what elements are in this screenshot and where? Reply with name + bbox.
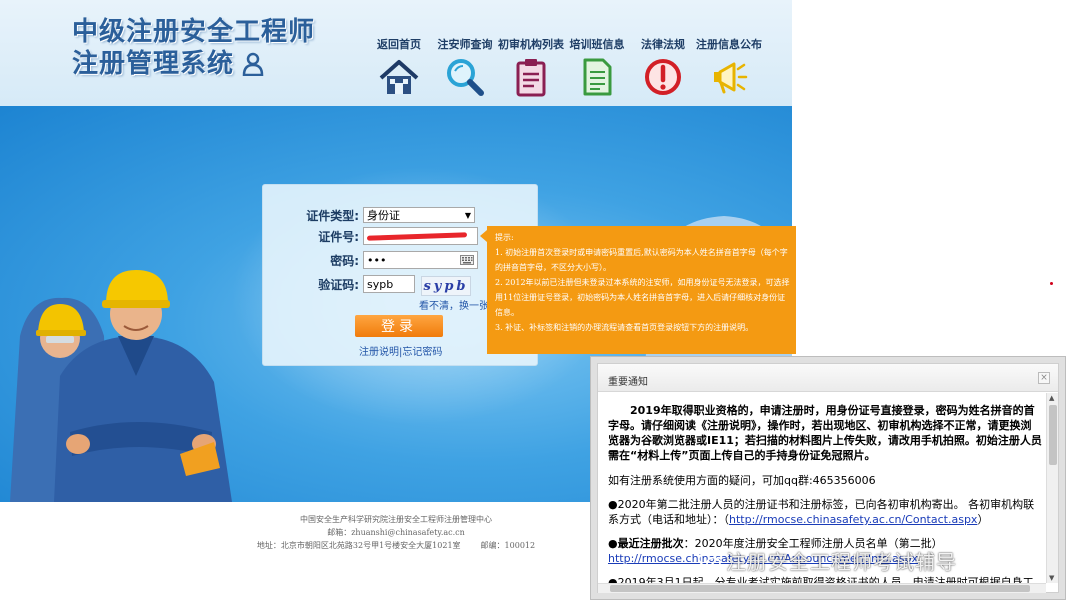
alert-icon [645,59,681,95]
notice-paragraph: 如有注册系统使用方面的疑问，可加qq群:465356006 [608,474,876,487]
nav-home[interactable]: 返回首页 [366,36,432,98]
captcha-value: sypb [367,277,394,291]
document-icon [583,58,612,96]
top-nav: 返回首页 注安师查询 初审机构列表 培训班信息 法律法规 注册信息公布 [366,36,762,98]
house-icon [379,60,419,94]
nav-engineer-search-label: 注安师查询 [437,38,493,51]
tip-item: 2. 2012年以前已注册但未登录过本系统的注安师，如用身份证号无法登录，可选择… [495,278,790,317]
clipboard-icon [516,59,546,97]
nav-training-info-label: 培训班信息 [569,38,625,51]
wechat-icon [698,551,721,569]
magnifier-icon [447,59,484,96]
login-links: 注册说明|忘记密码 [359,343,442,358]
password-label: 密码: [330,253,359,268]
notice-title: 重要通知 [608,377,648,388]
nav-review-agencies[interactable]: 初审机构列表 [498,36,564,98]
watermark: 注册安全工程师考试辅导 [698,546,957,575]
scroll-up-icon[interactable]: ▲ [1049,394,1054,402]
nav-registration-announcements-label: 注册信息公布 [696,38,762,51]
red-dot [1050,282,1053,285]
password-value: ••• [367,253,387,267]
close-icon[interactable]: × [1038,372,1050,384]
dropdown-arrow-icon: ▼ [464,210,471,220]
megaphone-icon [714,62,748,94]
user-icon [242,52,264,76]
tip-box: 提示: 1. 初始注册首次登录时或申请密码重置后,默认密码为本人姓名拼音首字母（… [480,226,796,354]
captcha-image[interactable]: sypb [421,276,471,296]
logo-title: 中级注册安全工程师 注册管理系统 [72,16,315,80]
id-number-label: 证件号: [318,229,359,244]
header: 中级注册安全工程师 注册管理系统 返回首页 注安师查询 初审机构列表 培训班信息… [0,0,792,106]
tip-title: 提示: [495,233,514,242]
nav-engineer-search[interactable]: 注安师查询 [432,36,498,98]
captcha-label: 验证码: [318,277,359,292]
scroll-thumb[interactable] [1049,405,1057,465]
notice-vertical-scrollbar[interactable]: ▲ ▼ [1046,393,1058,583]
tip-item: 3. 补证、补标签和注销的办理流程请查看首页登录按钮下方的注册说明。 [495,323,754,332]
tip-item: 1. 初始注册首次登录时或申请密码重置后,默认密码为本人姓名拼音首字母（每个字的… [495,248,788,272]
captcha-input[interactable]: sypb [363,275,415,293]
id-type-row: 证件类型: 身份证 ▼ [263,205,539,225]
notice-titlebar: 重要通知 × [598,364,1058,392]
keyboard-icon[interactable] [460,255,474,265]
notice-bold-label: ●最近注册批次 [608,537,684,550]
notice-paragraph: ●2020年第二批注册人员的注册证书和注册标签，已向各初审机构寄出。 各初审机构… [608,497,1042,527]
tip-arrow [480,230,487,242]
logo-line2: 注册管理系统 [72,49,235,79]
workers-illustration [10,270,232,502]
notice-text: ） [977,513,989,526]
password-input[interactable]: ••• [363,251,478,269]
contact-link[interactable]: http://rmocse.chinasafety.ac.cn/Contact.… [729,513,977,526]
scroll-down-icon[interactable]: ▼ [1049,574,1054,582]
redaction-mark [366,231,468,241]
notice-horizontal-scrollbar[interactable] [598,583,1046,593]
register-help-link[interactable]: 注册说明 [359,347,399,358]
id-type-label: 证件类型: [306,208,359,223]
nav-laws[interactable]: 法律法规 [630,36,696,98]
nav-review-agencies-label: 初审机构列表 [498,38,564,51]
notice-paragraph: ●2019年3月1日起，分专业考试实施前取得资格证书的人员，申请注册时可根据自身… [608,576,1034,583]
watermark-text: 注册安全工程师考试辅导 [726,550,957,574]
id-type-select[interactable]: 身份证 ▼ [363,207,475,223]
nav-training-info[interactable]: 培训班信息 [564,36,630,98]
captcha-refresh-link[interactable]: 看不清，换一张 [419,297,489,312]
nav-laws-label: 法律法规 [641,38,685,51]
nav-registration-announcements[interactable]: 注册信息公布 [696,36,762,98]
id-number-input[interactable] [363,227,478,245]
logo-line1: 中级注册安全工程师 [72,17,316,47]
id-type-value: 身份证 [367,209,400,222]
page: 中级注册安全工程师 注册管理系统 返回首页 注安师查询 初审机构列表 培训班信息… [0,0,1080,613]
hscroll-thumb[interactable] [610,585,1030,592]
nav-home-label: 返回首页 [377,38,421,51]
footer-postcode: 邮编：100012 [480,541,536,550]
login-button[interactable]: 登录 [355,315,443,337]
notice-paragraph: 2019年取得职业资格的，申请注册时，用身份证号直接登录，密码为姓名拼音的首字母… [608,404,1042,462]
footer-address: 地址：北京市朝阳区北苑路32号甲1号楼安全大厦1021室 [256,541,461,550]
forgot-password-link[interactable]: 忘记密码 [402,347,442,358]
